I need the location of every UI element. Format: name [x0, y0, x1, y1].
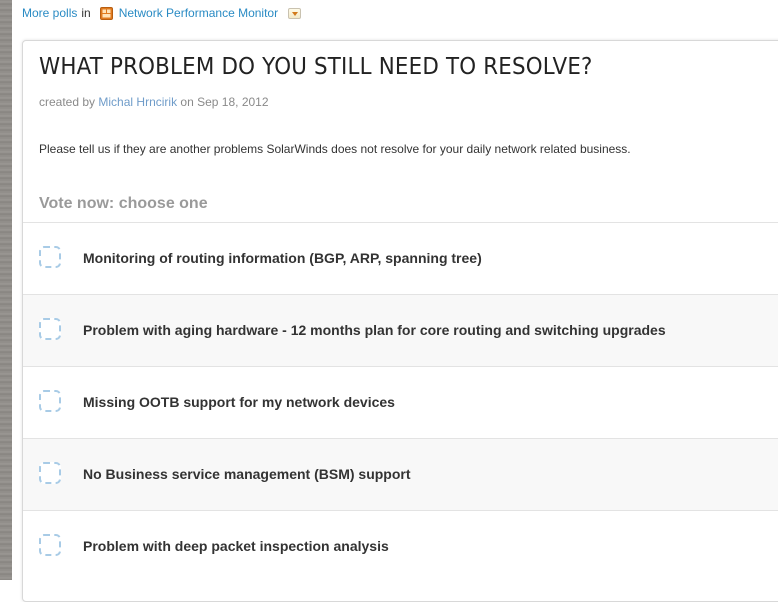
poll-options-list: Monitoring of routing information (BGP, …	[23, 222, 778, 582]
place-link[interactable]: Network Performance Monitor	[119, 6, 278, 20]
breadcrumb-in-text: in	[81, 6, 91, 20]
left-gutter	[0, 0, 12, 580]
option-checkbox[interactable]	[39, 318, 61, 340]
option-label[interactable]: Problem with aging hardware - 12 months …	[83, 322, 666, 338]
option-label[interactable]: No Business service management (BSM) sup…	[83, 466, 411, 482]
option-label[interactable]: Missing OOTB support for my network devi…	[83, 394, 395, 410]
option-checkbox[interactable]	[39, 390, 61, 412]
poll-title: WHAT PROBLEM DO YOU STILL NEED TO RESOLV…	[39, 54, 593, 80]
option-label[interactable]: Monitoring of routing information (BGP, …	[83, 250, 482, 266]
created-by-text: created by	[39, 95, 96, 109]
chevron-down-icon[interactable]	[288, 7, 302, 19]
poll-description: Please tell us if they are another probl…	[39, 142, 631, 156]
option-checkbox[interactable]	[39, 246, 61, 268]
poll-date: Sep 18, 2012	[197, 95, 269, 109]
author-link[interactable]: Michal Hrncirik	[98, 95, 177, 109]
poll-option[interactable]: Problem with deep packet inspection anal…	[23, 510, 778, 582]
poll-card: WHAT PROBLEM DO YOU STILL NEED TO RESOLV…	[22, 40, 778, 602]
option-label[interactable]: Problem with deep packet inspection anal…	[83, 538, 389, 554]
poll-option[interactable]: Missing OOTB support for my network devi…	[23, 366, 778, 438]
vote-heading: Vote now: choose one	[39, 195, 208, 212]
poll-meta: created by Michal Hrncirik on Sep 18, 20…	[39, 95, 269, 109]
place-icon	[99, 6, 113, 20]
option-checkbox[interactable]	[39, 534, 61, 556]
date-prefix-text: on	[180, 95, 194, 109]
poll-option[interactable]: Monitoring of routing information (BGP, …	[23, 222, 778, 294]
poll-option[interactable]: No Business service management (BSM) sup…	[23, 438, 778, 510]
poll-option[interactable]: Problem with aging hardware - 12 months …	[23, 294, 778, 366]
option-checkbox[interactable]	[39, 462, 61, 484]
breadcrumb: More polls in Network Performance Monito…	[22, 4, 302, 22]
more-polls-link[interactable]: More polls	[22, 6, 77, 20]
